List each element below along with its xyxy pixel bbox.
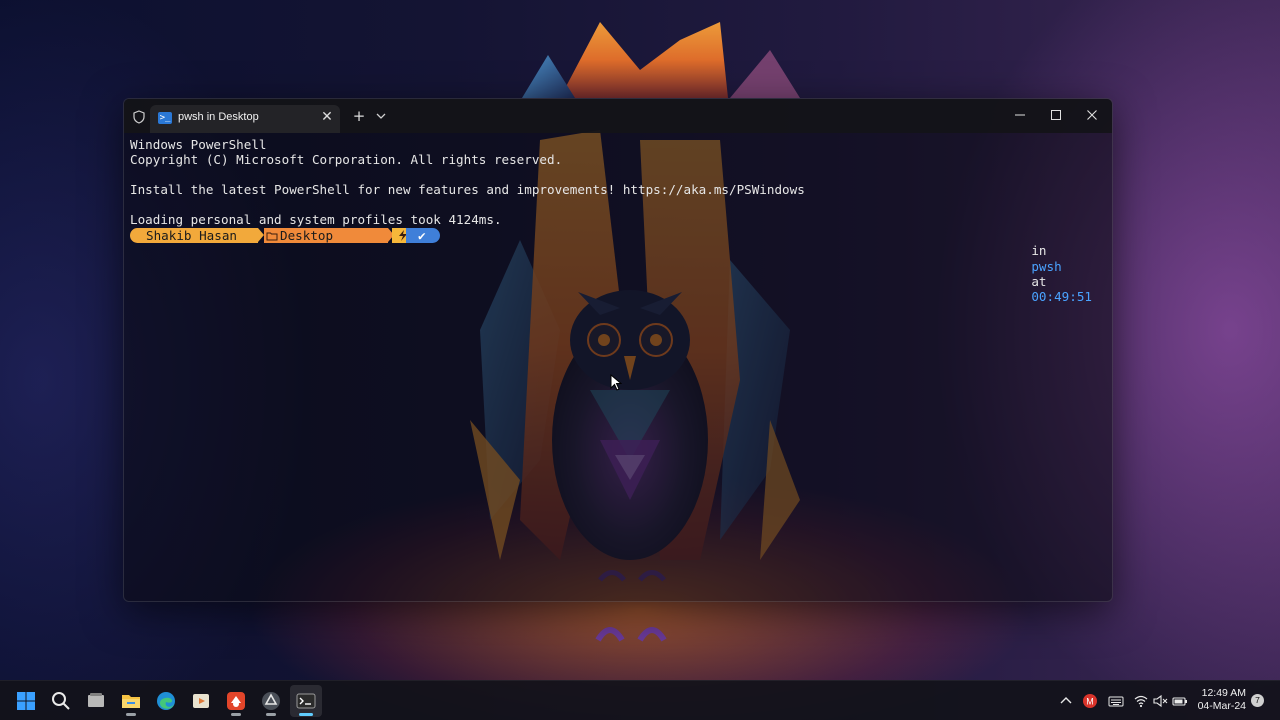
chevron-up-icon[interactable] [1058,693,1074,709]
clock-date: 04-Mar-24 [1197,700,1246,712]
tab-title: pwsh in Desktop [178,111,259,123]
title-bar[interactable]: >_ pwsh in Desktop ✕ + [124,99,1112,133]
search-icon [52,692,70,710]
prompt-status-segment: ✔ [406,228,440,243]
running-indicator [266,713,276,716]
system-clock[interactable]: 12:49 AM 04-Mar-24 [1186,687,1246,713]
terminal-line: Copyright (C) Microsoft Corporation. All… [130,152,563,167]
task-view-button[interactable] [80,685,112,717]
folder-icon [266,232,278,241]
running-indicator [126,713,136,716]
prompt-user-segment: Shakib Hasan [130,228,258,243]
right-prompt-in: in [1031,243,1047,259]
maximize-icon [1051,110,1061,120]
minimize-button[interactable] [1002,101,1038,129]
prompt-path-segment: Desktop [264,228,388,243]
task-view-icon [88,693,104,707]
new-tab-button[interactable]: + [350,107,368,125]
media-player-icon [193,694,209,708]
right-prompt-at: at [1031,273,1047,289]
right-prompt-shell: pwsh [1031,258,1062,274]
red-app-button[interactable] [220,685,252,717]
windows-logo-icon [17,692,35,710]
file-explorer-button[interactable] [115,685,147,717]
terminal-line: Loading personal and system profiles too… [130,212,502,227]
clock-time: 12:49 AM [1201,687,1246,699]
svg-text:M: M [1086,697,1094,707]
wifi-icon[interactable] [1133,693,1149,709]
openai-icon [262,692,280,710]
red-app-icon [227,692,245,710]
terminal-line: Windows PowerShell [130,137,267,152]
terminal-icon [296,693,316,709]
edge-icon [157,692,175,710]
close-icon [1087,110,1097,120]
shield-icon[interactable] [132,110,146,124]
maximize-button[interactable] [1038,101,1074,129]
right-prompt-time: 00:49:51 [1031,289,1092,305]
prompt-path: Desktop [280,228,334,243]
terminal-window[interactable]: >_ pwsh in Desktop ✕ + Windows PowerShel… [123,98,1113,602]
chevron-down-icon[interactable] [374,107,388,125]
prompt-line: Shakib Hasan Desktop ✔ [130,228,450,243]
terminal-button[interactable] [290,685,322,717]
terminal-output[interactable]: Windows PowerShell Copyright (C) Microso… [130,137,1106,597]
tab-pwsh-desktop[interactable]: >_ pwsh in Desktop ✕ [150,105,340,133]
check-icon: ✔ [418,228,426,243]
speaker-muted-icon[interactable] [1152,693,1168,709]
media-player-button[interactable] [185,685,217,717]
notification-badge[interactable]: 7 [1251,694,1264,707]
minimize-icon [1015,114,1025,116]
keyboard-icon[interactable] [1108,693,1124,709]
active-indicator [299,713,313,716]
right-prompt: in pwsh at 00:49:51 [986,228,1092,320]
search-button[interactable] [45,685,77,717]
running-indicator [231,713,241,716]
chatgpt-button[interactable] [255,685,287,717]
prompt-user: Shakib Hasan [146,228,237,243]
start-button[interactable] [10,685,42,717]
mouse-pointer-icon [610,374,622,391]
close-window-button[interactable] [1074,101,1110,129]
edge-button[interactable] [150,685,182,717]
terminal-line: Install the latest PowerShell for new fe… [130,182,805,197]
red-tray-app-icon[interactable]: M [1082,693,1098,709]
folder-icon [122,695,140,708]
taskbar[interactable]: M 12:49 AM 04-Mar-24 7 [0,680,1280,720]
powershell-icon: >_ [158,112,172,124]
tab-close-button[interactable]: ✕ [318,108,336,126]
